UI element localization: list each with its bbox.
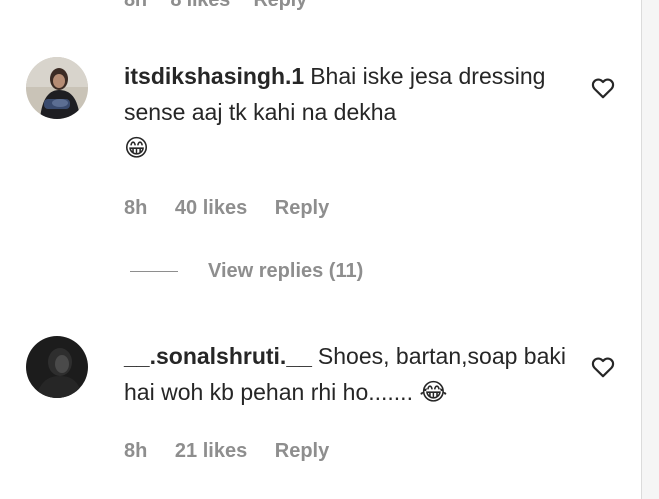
- view-replies-line: [130, 271, 178, 273]
- reply-button[interactable]: Reply: [275, 197, 329, 219]
- heart-outline-icon[interactable]: [590, 75, 616, 101]
- heart-outline-icon[interactable]: [590, 354, 616, 380]
- previous-comment-meta: 8h 8 likes Reply: [124, 0, 325, 12]
- comment-time: 8h: [124, 197, 148, 219]
- comment-body: itsdikshasingh.1 Bhai iske jesa dressing …: [124, 58, 569, 166]
- reply-button[interactable]: Reply: [253, 0, 307, 11]
- tears-of-joy-emoji: 😂: [419, 378, 448, 406]
- comment-likes[interactable]: 21 likes: [175, 440, 247, 462]
- view-replies-label: View replies (11): [208, 260, 364, 282]
- reply-button[interactable]: Reply: [275, 440, 329, 462]
- view-replies-button[interactable]: View replies (11): [130, 260, 363, 290]
- comment-meta: 8h 21 likes Reply: [124, 440, 351, 463]
- avatar[interactable]: [26, 57, 88, 119]
- comment-time: 8h: [124, 440, 148, 462]
- comment-likes[interactable]: 40 likes: [175, 197, 247, 219]
- grinning-emoji: 😁: [124, 134, 150, 162]
- comment-likes[interactable]: 8 likes: [170, 0, 230, 11]
- comment-body: __.sonalshruti.__ Shoes, bartan,soap baki…: [124, 338, 569, 410]
- avatar[interactable]: [26, 336, 88, 398]
- comment-time: 8h: [124, 0, 147, 11]
- comment-meta: 8h 40 likes Reply: [124, 197, 351, 220]
- scrollbar-track[interactable]: [642, 0, 659, 499]
- comment-username[interactable]: itsdikshasingh.1: [124, 63, 304, 89]
- comment-username[interactable]: __.sonalshruti.__: [124, 343, 312, 369]
